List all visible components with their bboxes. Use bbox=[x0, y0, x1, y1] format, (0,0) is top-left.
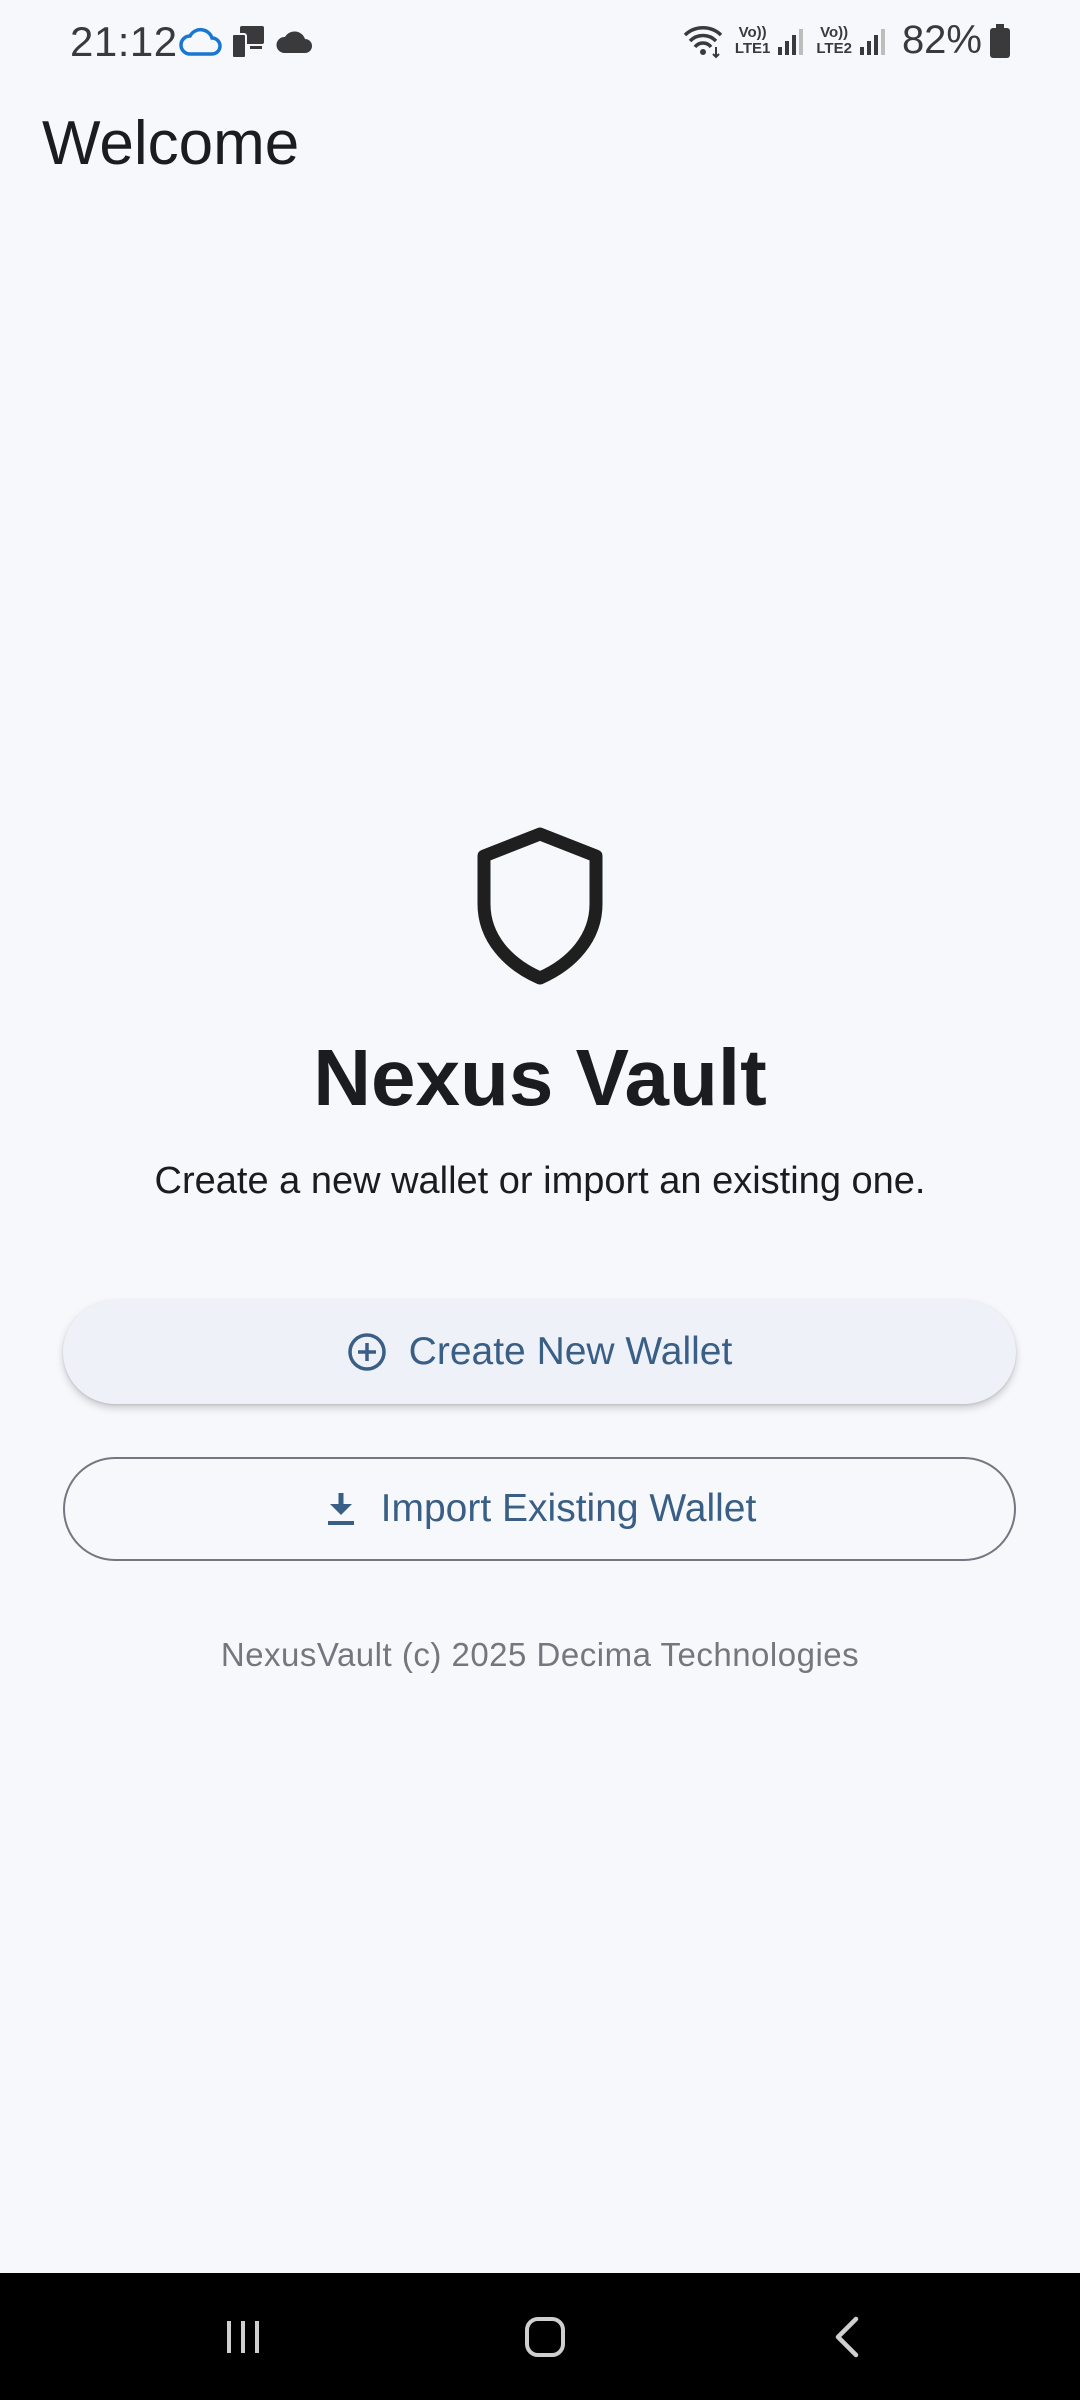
shield-icon bbox=[477, 827, 603, 985]
subtitle: Create a new wallet or import an existin… bbox=[154, 1160, 926, 1202]
sim1-indicator: Vo)) LTE1 bbox=[734, 23, 771, 57]
sim1-lte-label: LTE1 bbox=[734, 39, 771, 57]
page-title: Welcome bbox=[42, 109, 300, 178]
home-icon bbox=[525, 2316, 565, 2357]
create-new-wallet-button[interactable]: Create New Wallet bbox=[63, 1300, 1016, 1404]
copyright-text: NexusVault (c) 2025 Decima Technologies bbox=[220, 1636, 860, 1673]
battery-percentage: 82% bbox=[901, 18, 982, 62]
app-name: Nexus Vault bbox=[313, 1033, 767, 1122]
device-icon bbox=[231, 26, 264, 59]
import-existing-wallet-label: Import Existing Wallet bbox=[380, 1487, 757, 1530]
battery-icon bbox=[990, 23, 1010, 58]
signal-icon bbox=[859, 28, 885, 55]
sim2-volte-label: Vo)) bbox=[820, 23, 849, 41]
import-existing-wallet-button[interactable]: Import Existing Wallet bbox=[63, 1457, 1016, 1561]
back-button[interactable] bbox=[788, 2273, 908, 2400]
recents-icon bbox=[227, 2320, 259, 2353]
status-time: 21:12 bbox=[70, 18, 178, 65]
create-new-wallet-label: Create New Wallet bbox=[408, 1330, 733, 1373]
signal-icon bbox=[778, 28, 804, 55]
sim2-lte-label: LTE2 bbox=[816, 39, 852, 57]
sim2-indicator: Vo)) LTE2 bbox=[816, 23, 852, 57]
wifi-icon bbox=[683, 25, 723, 58]
add-circle-icon bbox=[347, 1333, 386, 1371]
sim1-volte-label: Vo)) bbox=[738, 23, 767, 41]
back-icon bbox=[835, 2316, 859, 2357]
status-bar: 21:12 Vo)) LTE1 Vo)) LTE2 82% bbox=[0, 0, 1080, 90]
navigation-bar bbox=[0, 2273, 1080, 2400]
download-icon bbox=[327, 1493, 354, 1525]
cloud-icon bbox=[179, 27, 222, 56]
status-system-icons: Vo)) LTE1 Vo)) LTE2 82% bbox=[681, 18, 1012, 63]
status-notification-icons bbox=[178, 22, 314, 62]
home-button[interactable] bbox=[485, 2273, 605, 2400]
cloud-filled-icon bbox=[276, 31, 312, 53]
recents-button[interactable] bbox=[183, 2273, 303, 2400]
